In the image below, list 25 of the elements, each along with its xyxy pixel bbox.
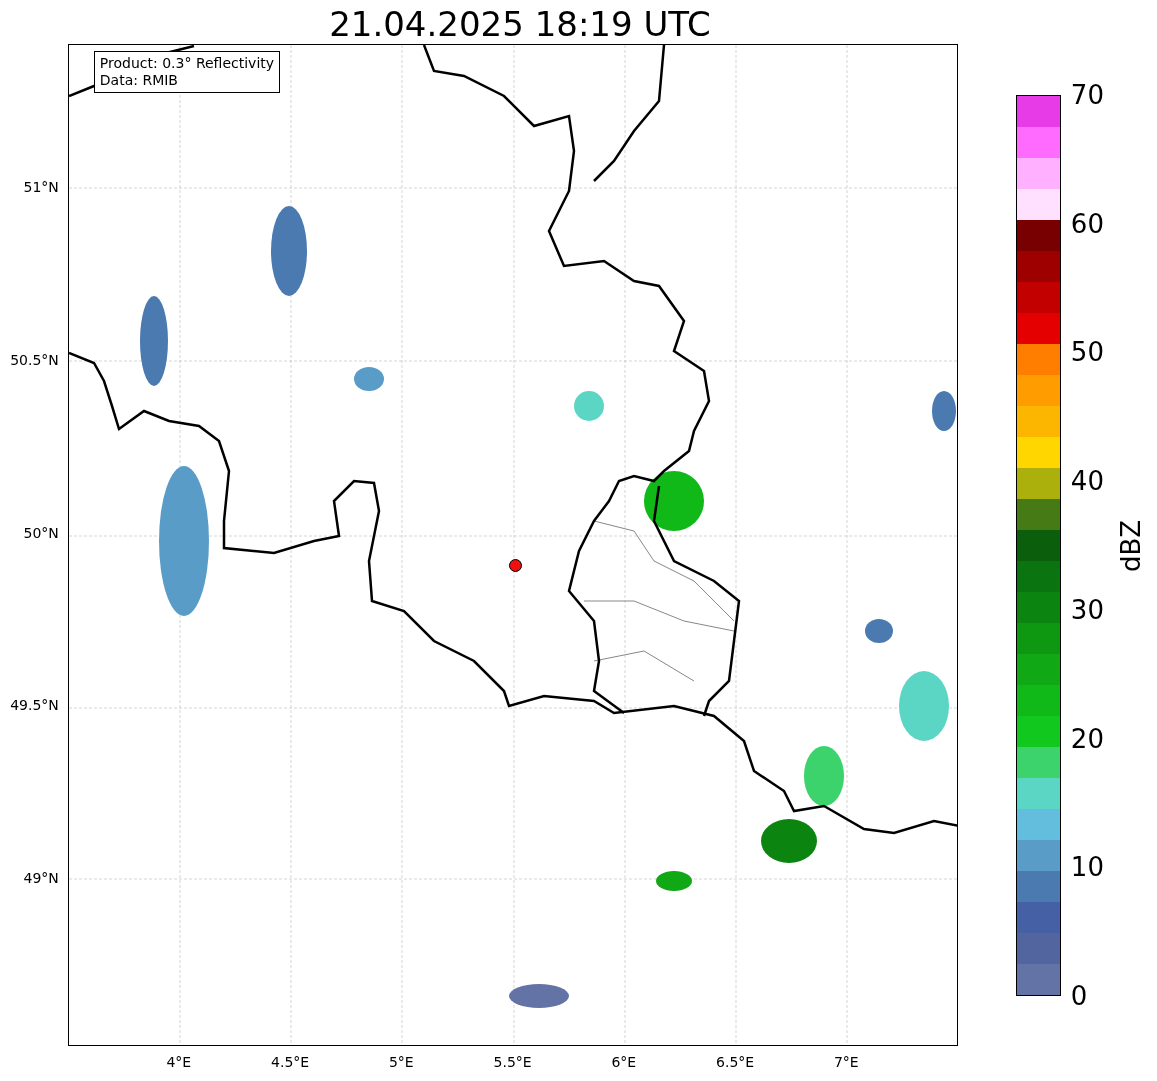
latitude-label: 49.5°N — [10, 697, 59, 714]
scale-tick-label: 30 — [1070, 595, 1104, 624]
scale-tick-label: 0 — [1070, 982, 1088, 1010]
longitude-label: 7°E — [833, 1054, 859, 1070]
scale-tick-label: 10 — [1070, 853, 1104, 882]
scale-tick-label: 70 — [1070, 81, 1104, 109]
radar-site-marker — [508, 559, 522, 572]
longitude-label: 5°E — [388, 1054, 414, 1070]
longitude-label: 5.5°E — [493, 1054, 532, 1070]
chart-title: 21.04.2025 18:19 UTC — [329, 4, 711, 44]
legend-text: Data: RMIB — [99, 72, 179, 89]
latitude-label: 49°N — [23, 870, 59, 886]
longitude-label: 6°E — [611, 1054, 637, 1070]
latitude-label: 51°N — [23, 179, 59, 195]
longitude-label: 6.5°E — [716, 1054, 755, 1070]
latitude-label: 50°N — [23, 524, 59, 541]
scale-tick-label: 40 — [1070, 467, 1104, 496]
scale-unit-label: dBZ — [1116, 519, 1145, 572]
longitude-label: 4°E — [166, 1054, 192, 1070]
legend-text: Product: 0.3° Reflectivity — [99, 55, 275, 72]
scale-tick-label: 50 — [1070, 338, 1104, 367]
scale-tick-label: 20 — [1070, 724, 1104, 753]
longitude-label: 4.5°E — [271, 1054, 310, 1070]
scale-tick-label: 60 — [1070, 209, 1104, 238]
latitude-label: 50.5°N — [10, 351, 59, 368]
